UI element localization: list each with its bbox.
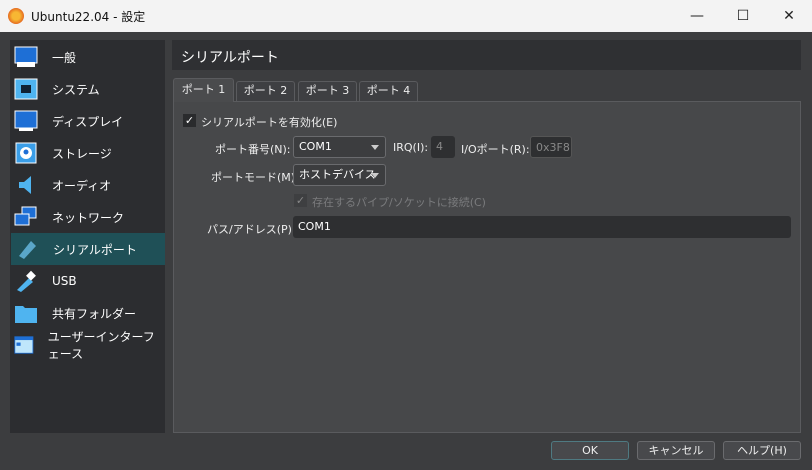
settings-sidebar: 一般システムディスプレイストレージオーディオネットワークシリアルポート USB 共有… xyxy=(10,40,165,433)
port-mode-select[interactable]: ホストデバイス xyxy=(293,164,386,186)
connect-existing-label: 存在するパイプ/ソケットに接続(C) xyxy=(312,194,486,210)
ui-icon xyxy=(14,334,34,356)
sidebar-item-4[interactable]: オーディオ xyxy=(10,169,165,201)
serial-port-icon xyxy=(15,238,39,260)
minimize-button[interactable]: — xyxy=(674,0,720,32)
sidebar-item-label: ネットワーク xyxy=(52,209,124,226)
port-number-label: ポート番号(N): xyxy=(215,141,291,157)
sidebar-item-7[interactable]: USB xyxy=(10,265,165,297)
path-input[interactable]: COM1 xyxy=(293,216,791,238)
sidebar-item-label: 一般 xyxy=(52,49,76,66)
sidebar-item-1[interactable]: システム xyxy=(10,73,165,105)
close-button[interactable]: ✕ xyxy=(766,0,812,32)
help-button[interactable]: ヘルプ(H) xyxy=(723,441,801,460)
section-header: シリアルポート xyxy=(172,40,801,70)
ok-button[interactable]: OK xyxy=(551,441,629,460)
sidebar-item-0[interactable]: 一般 xyxy=(10,41,165,73)
sidebar-item-label: オーディオ xyxy=(52,177,111,194)
usb-icon xyxy=(14,270,38,292)
display-icon xyxy=(14,110,38,132)
chip-icon xyxy=(14,78,38,100)
disk-icon xyxy=(14,142,38,164)
sidebar-item-8[interactable]: 共有フォルダー xyxy=(10,297,165,329)
virtualbox-logo-icon xyxy=(8,8,24,24)
connect-existing-checkbox[interactable]: ✓ xyxy=(294,194,307,207)
irq-label: IRQ(I): xyxy=(393,141,428,154)
sidebar-item-label: USB xyxy=(52,274,77,288)
io-port-label: I/Oポート(R): xyxy=(461,141,530,157)
io-port-input[interactable]: 0x3F8 xyxy=(530,136,572,158)
port-number-value: COM1 xyxy=(299,140,332,153)
sidebar-item-2[interactable]: ディスプレイ xyxy=(10,105,165,137)
monitor-icon xyxy=(14,46,38,68)
path-label: パス/アドレス(P): xyxy=(207,221,296,237)
speaker-icon xyxy=(14,174,38,196)
sidebar-item-6[interactable]: シリアルポート xyxy=(11,233,165,265)
cancel-button[interactable]: キャンセル xyxy=(637,441,715,460)
enable-serial-checkbox[interactable]: ✓ xyxy=(183,114,196,127)
sidebar-item-label: ディスプレイ xyxy=(52,113,123,130)
tab-port-4[interactable]: ポート 4 xyxy=(359,81,418,101)
page-title: シリアルポート xyxy=(181,47,279,67)
maximize-button[interactable]: ☐ xyxy=(720,0,766,32)
chevron-down-icon xyxy=(371,173,379,178)
network-icon xyxy=(14,206,38,228)
sidebar-item-3[interactable]: ストレージ xyxy=(10,137,165,169)
tab-port-2[interactable]: ポート 2 xyxy=(236,81,295,101)
tab-port-3[interactable]: ポート 3 xyxy=(298,81,357,101)
port-mode-label: ポートモード(M): xyxy=(211,169,299,185)
sidebar-item-label: システム xyxy=(52,81,100,98)
sidebar-item-label: シリアルポート xyxy=(53,241,137,258)
title-bar: Ubuntu22.04 - 設定 — ☐ ✕ xyxy=(0,0,812,32)
folder-icon xyxy=(14,302,38,324)
window-title: Ubuntu22.04 - 設定 xyxy=(31,8,145,25)
sidebar-item-label: ストレージ xyxy=(52,145,112,162)
tab-port-1[interactable]: ポート 1 xyxy=(173,78,234,102)
sidebar-item-label: 共有フォルダー xyxy=(52,305,136,322)
sidebar-item-9[interactable]: ユーザーインターフェース xyxy=(10,329,165,361)
port-mode-value: ホストデバイス xyxy=(299,168,376,181)
sidebar-item-5[interactable]: ネットワーク xyxy=(10,201,165,233)
chevron-down-icon xyxy=(371,145,379,150)
sidebar-item-label: ユーザーインターフェース xyxy=(48,328,165,362)
irq-input[interactable]: 4 xyxy=(431,136,455,158)
port-number-select[interactable]: COM1 xyxy=(293,136,386,158)
enable-serial-label: シリアルポートを有効化(E) xyxy=(201,114,337,130)
